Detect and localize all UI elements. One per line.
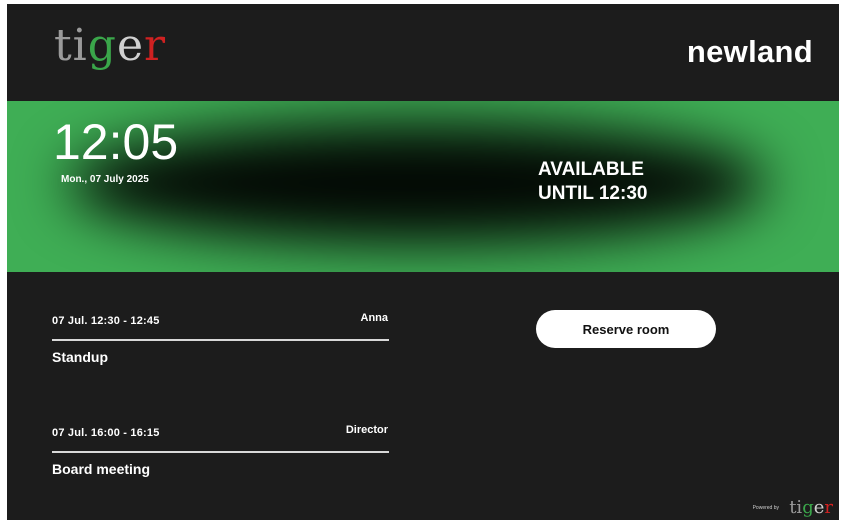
tiger-logo: tiger — [54, 20, 167, 71]
availability-line-2: UNTIL 12:30 — [538, 183, 648, 204]
reserve-room-button[interactable]: Reserve room — [536, 310, 716, 348]
header: tiger newland — [7, 4, 839, 101]
meeting-divider — [52, 339, 389, 341]
meeting-title: Board meeting — [52, 461, 151, 477]
brand-name: newland — [686, 34, 813, 69]
status-band: 12:05 Mon., 07 July 2025 AVAILABLE UNTIL… — [7, 101, 839, 272]
meeting-host: Director — [345, 424, 388, 436]
availability-line-1: AVAILABLE — [538, 159, 644, 180]
meeting-title: Standup — [52, 349, 108, 365]
meeting-meta: 07 Jul. 16:00 - 16:15 Director — [52, 422, 389, 442]
meeting-divider — [52, 451, 389, 453]
meeting-time: 07 Jul. 16:00 - 16:15 — [52, 427, 160, 439]
current-time: 12:05 — [53, 114, 179, 170]
list-item[interactable]: 07 Jul. 16:00 - 16:15 Director Board mee… — [52, 422, 389, 477]
meeting-meta: 07 Jul. 12:30 - 12:45 Anna — [52, 310, 389, 330]
meeting-host: Anna — [360, 312, 389, 324]
list-item[interactable]: 07 Jul. 12:30 - 12:45 Anna Standup — [52, 310, 389, 365]
room-display-screen: tiger newland 12:05 Mon., 07 July 2025 A… — [7, 4, 839, 520]
availability-status: AVAILABLE UNTIL 12:30 — [538, 158, 647, 206]
meeting-time: 07 Jul. 12:30 - 12:45 — [52, 315, 160, 327]
tiger-logo-small: tiger — [789, 497, 833, 518]
current-date: Mon., 07 July 2025 — [61, 174, 149, 185]
powered-by-label: Powered by — [752, 505, 779, 511]
powered-by: Powered by tiger — [723, 499, 833, 519]
